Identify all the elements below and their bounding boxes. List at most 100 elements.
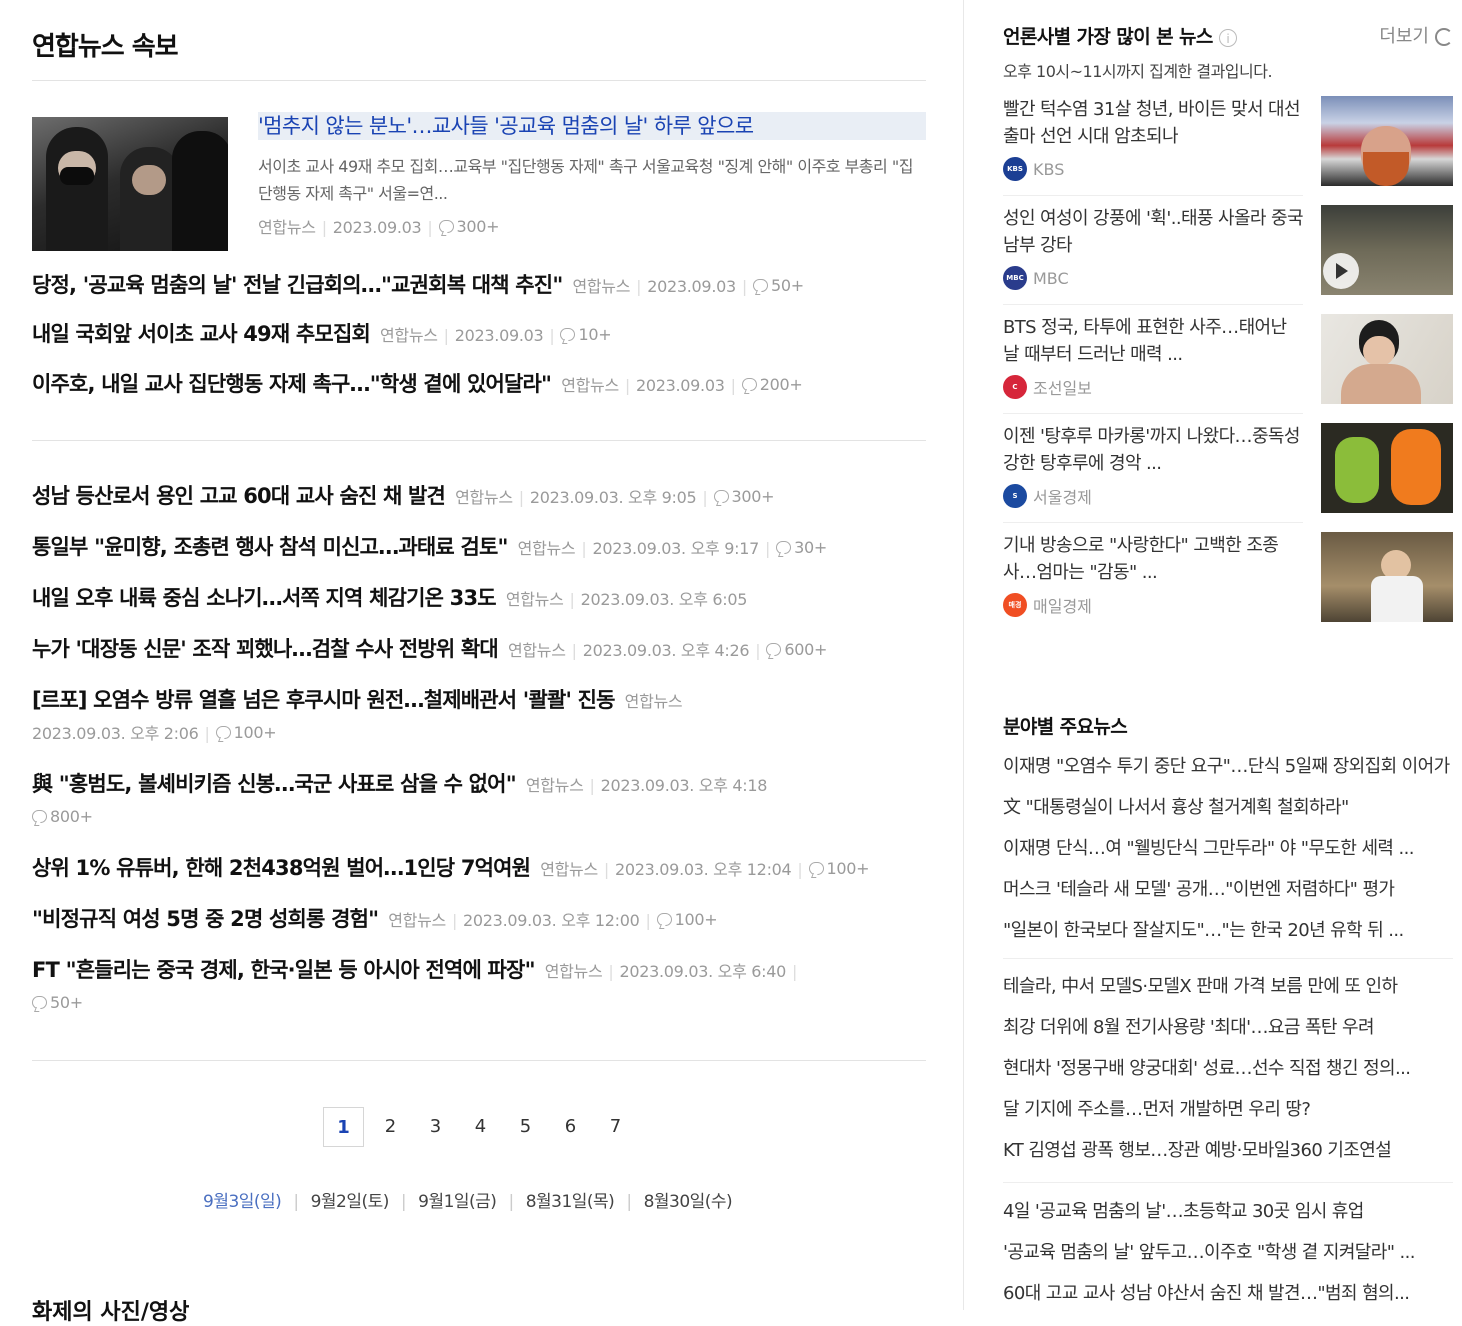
info-icon[interactable]: i — [1218, 28, 1237, 47]
comment-count[interactable]: 50+ — [32, 988, 83, 1018]
comment-icon — [32, 810, 47, 823]
list-item[interactable]: 테슬라, 中서 모델S·모델X 판매 가격 보름 만에 또 인하 — [1003, 966, 1453, 1007]
most-viewed-heading: 언론사별 가장 많이 본 뉴스 i — [1003, 22, 1237, 49]
list-item[interactable]: 4일 '공교육 멈춤의 날'…초등학교 30곳 임시 휴업 — [1003, 1191, 1453, 1232]
most-viewed-card[interactable]: 기내 방송으로 "사랑한다" 고백한 조종사…엄마는 "감동" ... 매경 매일… — [1003, 532, 1453, 641]
news-title-link[interactable]: [르포] 오염수 방류 열흘 넘은 후쿠시마 원전…철제배관서 '콸콸' 진동 — [32, 688, 615, 712]
date-nav: 9월3일(일) | 9월2일(토) | 9월1일(금) | 8월31일(목) | 8월30일(수… — [203, 1187, 733, 1212]
comment-count[interactable]: 600+ — [766, 635, 827, 665]
comment-count[interactable]: 200+ — [741, 370, 803, 400]
most-viewed-card[interactable]: 이젠 '탕후루 마카롱'까지 나왔다…중독성 강한 탕후루에 경악 ... S서… — [1003, 423, 1453, 532]
date-link[interactable]: 9월1일(금) — [418, 1187, 497, 1212]
list-item[interactable]: 60대 고교 교사 성남 야산서 숨진 채 발견…"범죄 혐의... — [1003, 1273, 1453, 1314]
page-5[interactable]: 5 — [503, 1107, 548, 1147]
news-row: 내일 국회앞 서이초 교사 49재 추모집회 연합뉴스 | 2023.09.03 | 10… — [32, 319, 926, 351]
comment-icon — [713, 490, 729, 503]
news-row: 통일부 "윤미향, 조총련 행사 참석 미신고…과태료 검토" 연합뉴스 | 2023… — [32, 532, 926, 564]
page-1[interactable]: 1 — [323, 1107, 364, 1147]
list-item[interactable]: 이재명 단식…여 "웰빙단식 그만두라" 야 "무도한 세력 ... — [1003, 828, 1453, 869]
date-link[interactable]: 8월30일(수) — [644, 1187, 733, 1212]
news-title-link[interactable]: 당정, '공교육 멈춤의 날' 전날 긴급회의…"교권회복 대책 추진" — [32, 273, 563, 297]
list-item[interactable]: "일본이 한국보다 잘살지도"…"는 한국 20년 유학 뒤 ... — [1003, 910, 1453, 951]
card-thumbnail[interactable] — [1321, 205, 1453, 295]
divider — [1003, 522, 1303, 523]
news-title-link[interactable]: 통일부 "윤미향, 조총련 행사 참석 미신고…과태료 검토" — [32, 535, 508, 559]
date-link[interactable]: 9월3일(일) — [203, 1187, 282, 1212]
news-row: 이주호, 내일 교사 집단행동 자제 촉구…"학생 곁에 있어달라" 연합뉴스 | 2… — [32, 369, 926, 401]
comment-count[interactable]: 100+ — [215, 718, 277, 748]
comment-icon — [808, 862, 824, 875]
card-thumbnail[interactable] — [1321, 96, 1453, 186]
photo-video-heading: 화제의 사진/영상 — [32, 1300, 190, 1325]
news-row: [르포] 오염수 방류 열흘 넘은 후쿠시마 원전…철제배관서 '콸콸' 진동 연… — [32, 685, 926, 749]
page-4[interactable]: 4 — [458, 1107, 503, 1147]
list-item[interactable]: 머스크 '테슬라 새 모델' 공개…"이번엔 저렴하다" 평가 — [1003, 869, 1453, 910]
comment-count[interactable]: 800+ — [32, 802, 93, 832]
comment-icon — [215, 726, 231, 739]
comment-icon — [560, 328, 576, 341]
date-link[interactable]: 9월2일(토) — [311, 1187, 390, 1212]
card-headline[interactable]: 기내 방송으로 "사랑한다" 고백한 조종사…엄마는 "감동" ... — [1003, 532, 1303, 586]
news-title-link[interactable]: 이주호, 내일 교사 집단행동 자제 촉구…"학생 곁에 있어달라" — [32, 372, 552, 396]
news-row: "비정규직 여성 5명 중 2명 성희롱 경험" 연합뉴스 | 2023.09.03.… — [32, 904, 926, 936]
comment-count[interactable]: 30+ — [776, 533, 827, 563]
page-6[interactable]: 6 — [548, 1107, 593, 1147]
divider — [1003, 413, 1303, 414]
news-title-link[interactable]: FT "흔들리는 중국 경제, 한국·일본 등 아시아 전역에 파장" — [32, 958, 536, 982]
most-viewed-card[interactable]: 성인 여성이 강풍에 '휙'..태풍 사올라 중국 남부 강타 MBC MBC — [1003, 205, 1453, 314]
news-row: 상위 1% 유튜버, 한해 2천438억원 벌어…1인당 7억여원 연합뉴스 | 20… — [32, 853, 926, 885]
list-item[interactable]: 현대차 '정몽구배 양궁대회' 성료…선수 직접 챙긴 정의... — [1003, 1048, 1453, 1089]
page-2[interactable]: 2 — [368, 1107, 413, 1147]
card-thumbnail[interactable] — [1321, 532, 1453, 622]
lead-thumbnail[interactable] — [32, 117, 228, 251]
news-title-link[interactable]: 누가 '대장동 신문' 조작 꾀했나…검찰 수사 전방위 확대 — [32, 637, 499, 661]
news-title-link[interactable]: 與 "홍범도, 볼셰비키즘 신봉…국군 사표로 삼을 수 없어" — [32, 772, 517, 796]
comment-count[interactable]: 50+ — [752, 271, 804, 301]
section-news-list: 테슬라, 中서 모델S·모델X 판매 가격 보름 만에 또 인하 최강 더위에 … — [1003, 966, 1453, 1171]
divider — [32, 80, 926, 81]
most-viewed-card[interactable]: 빨간 턱수염 31살 청년, 바이든 맞서 대선 출마 선언 시대 암초되나 K… — [1003, 96, 1453, 205]
news-title-link[interactable]: 내일 국회앞 서이초 교사 49재 추모집회 — [32, 322, 371, 346]
card-thumbnail[interactable] — [1321, 423, 1453, 513]
comment-icon — [656, 913, 672, 926]
date-link[interactable]: 8월31일(목) — [526, 1187, 615, 1212]
list-item[interactable]: 文 "대통령실이 나서서 흉상 철거계획 철회하라" — [1003, 787, 1453, 828]
lead-summary: 서이초 교사 49재 추모 집회…교육부 "집단행동 자제" 촉구 서울교육청 … — [258, 157, 913, 203]
list-item[interactable]: 달 기지에 주소를…먼저 개발하면 우리 땅? — [1003, 1089, 1453, 1130]
list-item[interactable]: '공교육 멈춤의 날' 앞두고…이주호 "학생 곁 지켜달라" ... — [1003, 1232, 1453, 1273]
divider — [1003, 1182, 1453, 1183]
comment-count[interactable]: 300+ — [713, 482, 775, 512]
card-headline[interactable]: 이젠 '탕후루 마카롱'까지 나왔다…중독성 강한 탕후루에 경악 ... — [1003, 423, 1303, 477]
most-viewed-card[interactable]: BTS 정국, 타투에 표현한 사주…태어난 날 때부터 드러난 매력 ... … — [1003, 314, 1453, 423]
divider — [1003, 304, 1303, 305]
list-item[interactable]: KT 김영섭 광폭 행보…장관 예방·모바일360 기조연설 — [1003, 1130, 1453, 1171]
press-logo-icon: 매경 — [1003, 593, 1027, 617]
divider — [32, 440, 926, 441]
column-divider — [963, 0, 964, 1310]
card-headline[interactable]: 빨간 턱수염 31살 청년, 바이든 맞서 대선 출마 선언 시대 암초되나 — [1003, 96, 1303, 150]
comment-icon — [776, 541, 792, 554]
news-title-link[interactable]: 상위 1% 유튜버, 한해 2천438억원 벌어…1인당 7억여원 — [32, 856, 531, 880]
lead-source: 연합뉴스 — [258, 218, 316, 237]
page-7[interactable]: 7 — [593, 1107, 638, 1147]
lead-headline-link[interactable]: '멈추지 않는 분노'…교사들 '공교육 멈춤의 날' 하루 앞으로 — [258, 112, 926, 140]
news-title-link[interactable]: 내일 오후 내륙 중심 소나기…서쪽 지역 체감기온 33도 — [32, 586, 497, 610]
comment-icon — [752, 279, 768, 292]
card-headline[interactable]: 성인 여성이 강풍에 '휙'..태풍 사올라 중국 남부 강타 — [1003, 205, 1303, 259]
comment-count[interactable]: 100+ — [656, 905, 718, 935]
page-3[interactable]: 3 — [413, 1107, 458, 1147]
news-title-link[interactable]: 성남 등산로서 용인 고교 60대 교사 숨진 채 발견 — [32, 484, 446, 508]
press-logo-icon: KBS — [1003, 157, 1027, 181]
comment-count[interactable]: 100+ — [808, 854, 870, 884]
refresh-icon[interactable] — [1435, 28, 1453, 46]
comment-icon — [741, 378, 757, 391]
card-thumbnail[interactable] — [1321, 314, 1453, 404]
card-headline[interactable]: BTS 정국, 타투에 표현한 사주…태어난 날 때부터 드러난 매력 ... — [1003, 314, 1303, 368]
comment-count[interactable]: 10+ — [560, 320, 612, 350]
news-row: 당정, '공교육 멈춤의 날' 전날 긴급회의…"교권회복 대책 추진" 연합뉴스… — [32, 270, 926, 302]
list-item[interactable]: 이재명 "오염수 투기 중단 요구"…단식 5일째 장외집회 이어가 — [1003, 746, 1453, 787]
lead-comments[interactable]: 300+ — [438, 217, 500, 236]
list-item[interactable]: 최강 더위에 8월 전기사용량 '최대'…요금 폭탄 우려 — [1003, 1007, 1453, 1048]
news-title-link[interactable]: "비정규직 여성 5명 중 2명 성희롱 경험" — [32, 907, 379, 931]
more-link[interactable]: 더보기 — [1379, 22, 1453, 48]
